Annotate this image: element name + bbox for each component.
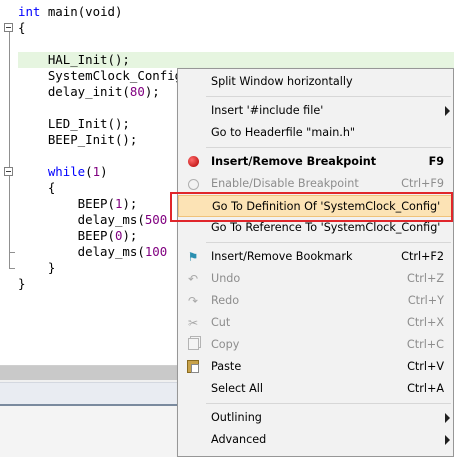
- menu-item-label: Go To Reference To 'SystemClock_Config': [211, 221, 441, 234]
- menu-separator: [206, 96, 451, 97]
- menu-item-label: Paste: [211, 360, 242, 373]
- menu-item-label: Undo: [211, 272, 241, 285]
- code-token: 500: [144, 212, 168, 227]
- menu-item-paste[interactable]: Paste Ctrl+V: [178, 356, 453, 378]
- code-token: LED_Init();: [18, 116, 130, 131]
- fold-end-marker: [9, 252, 15, 253]
- menu-item-shortcut: Ctrl+A: [407, 382, 444, 395]
- scrollbar-thumb[interactable]: [0, 366, 180, 380]
- menu-item-redo: ↷ Redo Ctrl+Y: [178, 290, 453, 312]
- bookmark-icon: ⚑: [187, 250, 199, 264]
- menu-item-label: Enable/Disable Breakpoint: [211, 177, 359, 190]
- highlight-annotation-box: [170, 192, 453, 222]
- menu-item-shortcut: Ctrl+C: [406, 338, 444, 351]
- menu-item-outlining[interactable]: Outlining: [178, 407, 453, 429]
- menu-separator: [206, 147, 451, 148]
- submenu-arrow-icon: [445, 106, 450, 116]
- code-line[interactable]: [18, 36, 348, 52]
- code-token: );: [122, 228, 138, 243]
- code-token: ): [100, 164, 108, 179]
- cut-icon: ✂: [187, 316, 199, 330]
- code-line[interactable]: HAL_Init();: [18, 52, 348, 68]
- menu-item-shortcut: Ctrl+V: [407, 360, 444, 373]
- menu-item-shortcut: F9: [428, 155, 444, 168]
- menu-separator: [206, 403, 451, 404]
- menu-item-insert-include-file[interactable]: Insert '#include file': [178, 100, 453, 122]
- menu-item-insert-remove-bookmark[interactable]: ⚑ Insert/Remove Bookmark Ctrl+F2: [178, 246, 453, 268]
- menu-item-label: Advanced: [211, 433, 267, 446]
- code-line[interactable]: {: [18, 20, 348, 36]
- paste-icon: [186, 360, 200, 374]
- menu-item-label: Go to Headerfile "main.h": [211, 126, 356, 139]
- menu-separator: [206, 242, 451, 243]
- code-token: 80: [129, 84, 145, 99]
- breakpoint-disabled-icon: [186, 177, 200, 191]
- menu-item-split-window-horizontally[interactable]: Split Window horizontally: [178, 71, 453, 93]
- menu-item-label: Redo: [211, 294, 240, 307]
- menu-item-shortcut: Ctrl+Z: [407, 272, 444, 285]
- code-token: delay_init(: [18, 84, 130, 99]
- code-token: delay_ms(: [18, 244, 145, 259]
- menu-item-copy: Copy Ctrl+C: [178, 334, 453, 356]
- menu-item-go-to-headerfile-main-h[interactable]: Go to Headerfile "main.h": [178, 122, 453, 144]
- menu-item-insert-remove-breakpoint[interactable]: Insert/Remove Breakpoint F9: [178, 151, 453, 173]
- code-token: }: [18, 260, 56, 275]
- menu-item-label: Select All: [211, 382, 263, 395]
- menu-item-label: Outlining: [211, 411, 262, 424]
- code-token: BEEP(: [18, 196, 115, 211]
- fold-gutter: [0, 0, 18, 365]
- menu-item-label: Insert '#include file': [211, 104, 324, 117]
- menu-item-label: Cut: [211, 316, 231, 329]
- menu-item-label: Insert/Remove Bookmark: [211, 250, 353, 263]
- menu-item-shortcut: Ctrl+Y: [407, 294, 444, 307]
- code-token: while: [47, 164, 86, 179]
- menu-item-label: Copy: [211, 338, 240, 351]
- menu-item-label: Insert/Remove Breakpoint: [211, 155, 377, 168]
- menu-item-select-all[interactable]: Select All Ctrl+A: [178, 378, 453, 400]
- breakpoint-icon: [186, 155, 200, 169]
- code-token: {: [18, 180, 56, 195]
- code-token: delay_ms(: [18, 212, 145, 227]
- undo-icon: ↶: [187, 272, 199, 286]
- submenu-arrow-icon: [445, 413, 450, 423]
- copy-icon: [186, 338, 200, 352]
- submenu-arrow-icon: [445, 435, 450, 445]
- fold-collapse-icon[interactable]: [4, 167, 13, 176]
- menu-item-label: Split Window horizontally: [211, 75, 353, 88]
- code-token: BEEP(: [18, 228, 115, 243]
- code-token: );: [144, 84, 160, 99]
- menu-item-advanced[interactable]: Advanced: [178, 429, 453, 451]
- menu-item-shortcut: Ctrl+F9: [401, 177, 444, 190]
- code-token: }: [18, 276, 26, 291]
- code-token: int: [18, 4, 41, 19]
- code-token: main(void): [40, 4, 123, 19]
- code-token: HAL_Init();: [18, 52, 130, 67]
- menu-item-shortcut: Ctrl+X: [407, 316, 444, 329]
- code-line[interactable]: int main(void): [18, 4, 348, 20]
- menu-item-undo: ↶ Undo Ctrl+Z: [178, 268, 453, 290]
- code-token: 100: [144, 244, 168, 259]
- fold-collapse-icon[interactable]: [4, 23, 13, 32]
- code-token: 1: [92, 164, 101, 179]
- context-menu: Split Window horizontally Insert '#includ…: [177, 68, 454, 457]
- menu-item-cut: ✂ Cut Ctrl+X: [178, 312, 453, 334]
- code-token: );: [122, 196, 138, 211]
- fold-guide-line: [9, 32, 10, 268]
- code-token: (: [85, 164, 93, 179]
- menu-item-shortcut: Ctrl+F2: [401, 250, 444, 263]
- code-token: BEEP_Init();: [18, 132, 138, 147]
- fold-end-marker: [9, 268, 15, 269]
- redo-icon: ↷: [187, 294, 199, 308]
- code-token: {: [18, 20, 26, 35]
